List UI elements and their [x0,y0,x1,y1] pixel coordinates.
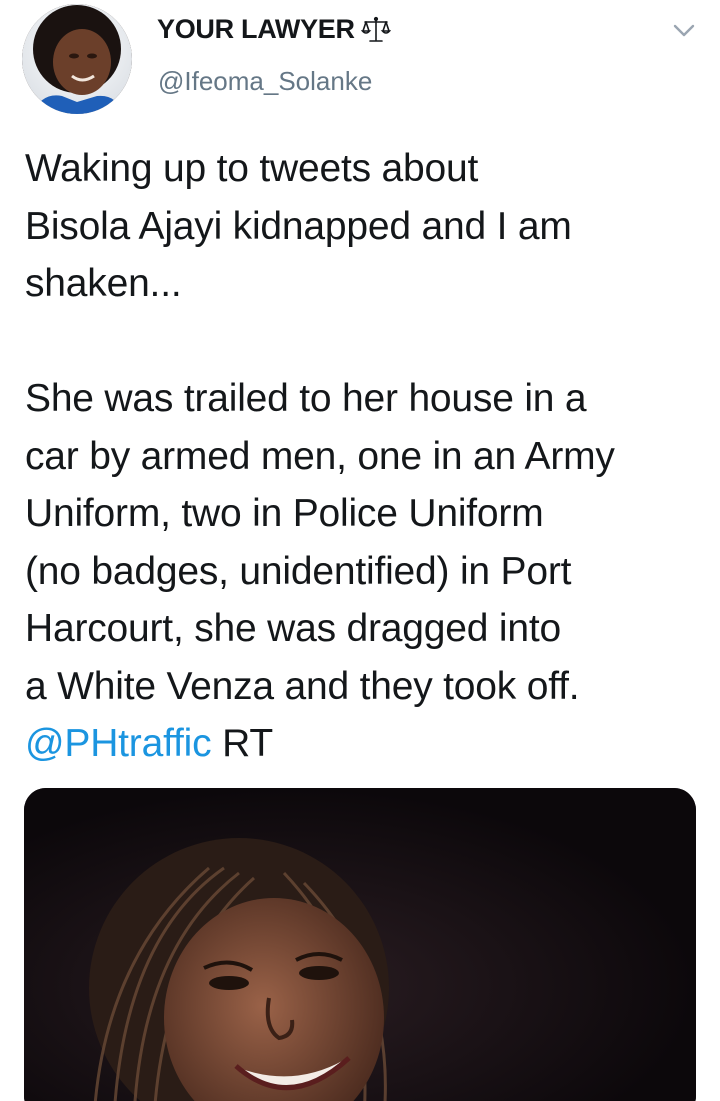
text-line: Harcourt, she was dragged into [25,607,561,650]
balance-scale-icon [360,16,391,44]
text-line: a White Venza and they took off. [25,664,580,708]
mention-link[interactable]: @PHtraffic [25,722,212,765]
photo-image [24,788,696,1101]
text-line: car by armed men, one in an Army [25,434,615,478]
text-line: Waking up to tweets about [25,147,479,190]
text-line: shaken... [25,262,182,305]
tweet-card: YOUR LAWYER @Ifeoma_Solanke Waking up to… [0,0,720,1101]
chevron-down-icon[interactable] [670,20,698,42]
text-line: (no badges, unidentified) in Port [25,549,572,593]
user-handle[interactable]: @Ifeoma_Solanke [158,66,372,97]
profile-photo [22,4,132,114]
text-line-mention: @PHtraffic RT [25,715,705,773]
text-line: Uniform, two in Police Uniform [25,492,544,535]
avatar[interactable] [22,4,132,114]
text-line: Bisola Ajayi kidnapped and I am [25,204,572,248]
author-name-row[interactable]: YOUR LAWYER [157,14,391,45]
display-name[interactable]: YOUR LAWYER [157,14,355,45]
tweet-paragraph-2: She was trailed to her house in a car by… [25,370,705,773]
text-line: She was trailed to her house in a [25,377,587,420]
trailing-text: RT [222,722,273,765]
tweet-paragraph-1: Waking up to tweets about Bisola Ajayi k… [25,140,705,313]
tweet-photo[interactable] [24,788,696,1101]
tweet-text: Waking up to tweets about Bisola Ajayi k… [25,140,705,773]
